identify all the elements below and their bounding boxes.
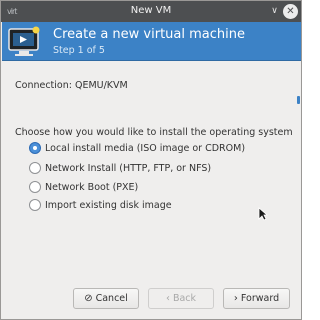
radio-label[interactable]: Local install media (ISO image or CDROM)	[45, 143, 245, 154]
install-method-prompt: Choose how you would like to install the…	[15, 127, 293, 138]
chevron-right-icon: ›	[233, 293, 238, 304]
back-button-label: Back	[172, 293, 197, 304]
radio-import-disk-image[interactable]: Import existing disk image	[29, 198, 172, 212]
vm-monitor-icon	[8, 26, 40, 56]
cancel-icon: ⊘	[84, 293, 93, 304]
forward-button-label: Forward	[240, 293, 280, 304]
close-icon[interactable]: ✕	[283, 4, 298, 19]
title-bar[interactable]: virt New VM ∨ ✕	[1, 1, 301, 22]
radio-label[interactable]: Network Install (HTTP, FTP, or NFS)	[45, 163, 211, 174]
radio-label[interactable]: Network Boot (PXE)	[45, 182, 138, 193]
scroll-indicator[interactable]	[297, 96, 300, 104]
wizard-body	[2, 62, 291, 289]
radio-label[interactable]: Import existing disk image	[45, 200, 172, 211]
radio-button[interactable]	[29, 199, 41, 211]
new-vm-dialog: virt New VM ∨ ✕ Create a new virtual mac…	[0, 0, 302, 320]
window-title: New VM	[130, 5, 172, 16]
wizard-header: Create a new virtual machine Step 1 of 5	[2, 22, 301, 61]
forward-button[interactable]: › Forward	[223, 288, 290, 309]
radio-button[interactable]	[29, 181, 41, 193]
radio-network-install[interactable]: Network Install (HTTP, FTP, or NFS)	[29, 161, 211, 175]
cancel-button-label: Cancel	[95, 293, 128, 304]
chevron-down-icon[interactable]: ∨	[267, 4, 282, 19]
radio-local-install-media[interactable]: Local install media (ISO image or CDROM)	[29, 141, 245, 155]
radio-button[interactable]	[29, 142, 41, 154]
connection-label: Connection: QEMU/KVM	[15, 80, 128, 91]
back-button[interactable]: ‹ Back	[148, 288, 214, 309]
cancel-button[interactable]: ⊘ Cancel	[73, 288, 139, 309]
wizard-step: Step 1 of 5	[53, 45, 105, 56]
radio-network-boot[interactable]: Network Boot (PXE)	[29, 180, 138, 194]
chevron-left-icon: ‹	[165, 293, 170, 304]
wizard-title: Create a new virtual machine	[53, 27, 245, 42]
mouse-cursor-icon	[258, 207, 268, 221]
radio-button[interactable]	[29, 162, 41, 174]
